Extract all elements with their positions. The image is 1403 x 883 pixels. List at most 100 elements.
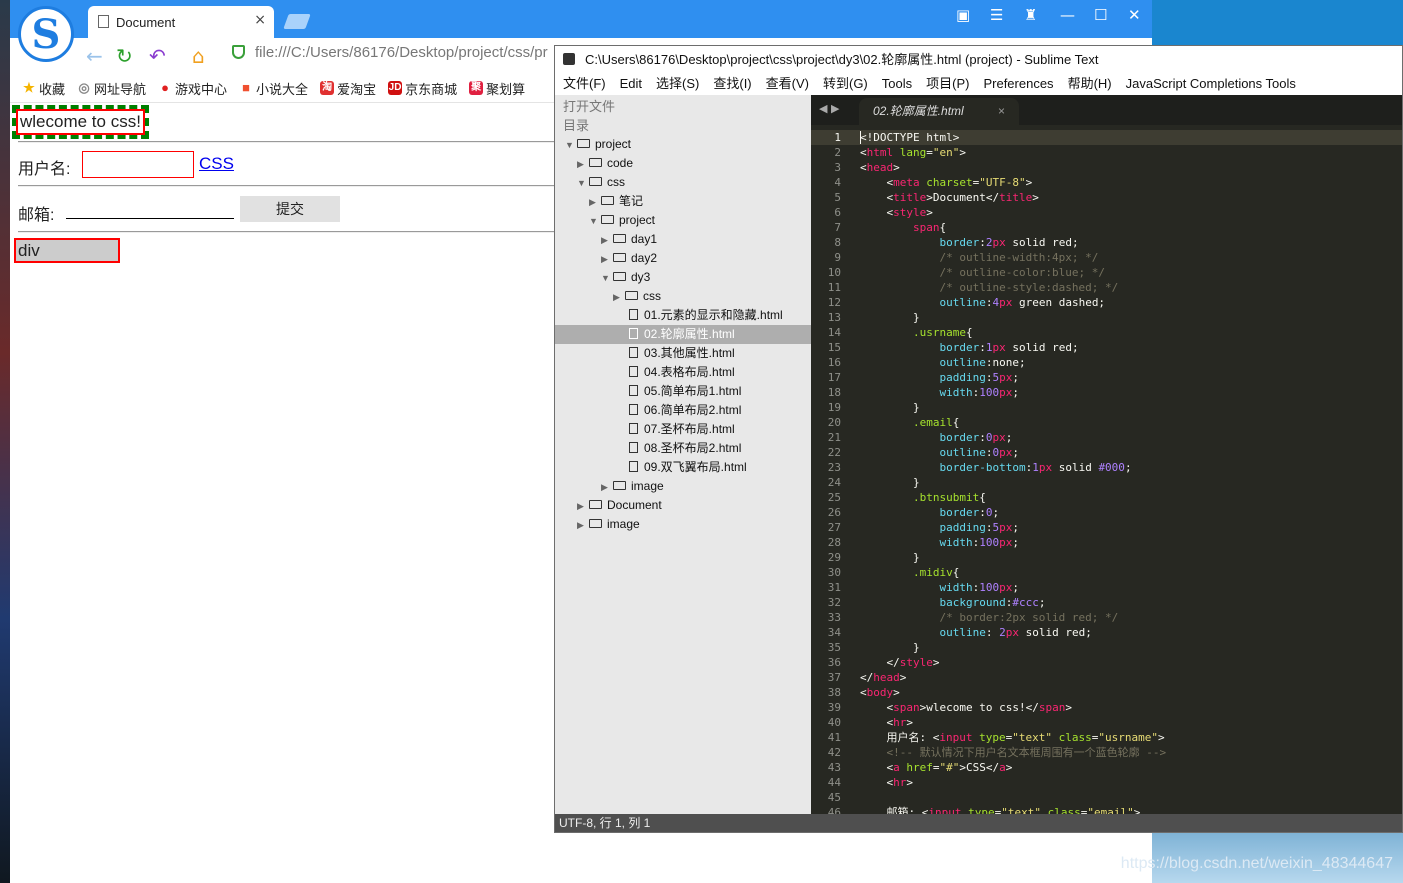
collapsed-arrow-icon[interactable]: ▶ (613, 288, 623, 307)
new-tab-button[interactable] (283, 14, 311, 29)
tree-folder[interactable]: ▶ day1 (555, 230, 811, 249)
code-line: width:100px; (860, 580, 1400, 595)
code-token: a (893, 761, 900, 774)
email-input[interactable] (66, 201, 234, 219)
bookmark-item[interactable]: JD 京东商城 (388, 76, 457, 100)
tree-folder[interactable]: ▼ project (555, 211, 811, 230)
folder-icon (613, 253, 626, 263)
undo-icon[interactable]: ↶ (149, 44, 166, 68)
menu-item[interactable]: Tools (882, 73, 912, 95)
collapsed-arrow-icon[interactable]: ▶ (589, 193, 599, 212)
bookmark-item[interactable]: 淘爱淘宝 (320, 76, 376, 100)
bookmark-item[interactable]: 聚聚划算 (469, 76, 525, 100)
expanded-arrow-icon[interactable]: ▼ (601, 269, 611, 288)
game-icon: ● (161, 80, 169, 95)
back-icon[interactable]: ← (86, 44, 103, 68)
code-token: /* border:2px solid red; */ (860, 611, 1119, 624)
tree-file[interactable]: 02.轮廓属性.html (555, 325, 811, 344)
menu-item[interactable]: JavaScript Completions Tools (1126, 73, 1296, 95)
collapsed-arrow-icon[interactable]: ▶ (577, 516, 587, 535)
code-token: meta (893, 176, 920, 189)
tree-file[interactable]: 07.圣杯布局.html (555, 420, 811, 439)
expanded-arrow-icon[interactable]: ▼ (589, 212, 599, 231)
line-number: 37 (827, 671, 841, 684)
tree-file[interactable]: 06.简单布局2.html (555, 401, 811, 420)
code-token: "email" (1087, 806, 1134, 814)
tree-file[interactable]: 04.表格布局.html (555, 363, 811, 382)
maximize-icon[interactable]: ☐ (1094, 6, 1107, 24)
collapsed-arrow-icon[interactable]: ▶ (601, 250, 611, 269)
menu-icon[interactable]: ☰ (990, 6, 1003, 24)
tree-file[interactable]: 05.简单布局1.html (555, 382, 811, 401)
menu-item[interactable]: 选择(S) (656, 73, 699, 95)
code-token: px (999, 521, 1013, 534)
close-icon[interactable]: ✕ (1128, 6, 1141, 24)
code-editor[interactable]: 1 <!DOCTYPE html> 2 <html lang="en"> 3 <head>… (811, 125, 1402, 814)
menu-item[interactable]: 项目(P) (926, 73, 969, 95)
tree-label: 04.表格布局.html (644, 365, 735, 379)
bookmark-item[interactable]: ★ 收藏 (22, 76, 65, 100)
tree-folder[interactable]: ▶ 笔记 (555, 192, 811, 211)
tree-file[interactable]: 08.圣杯布局2.html (555, 439, 811, 458)
refresh-icon[interactable]: ↻ (116, 44, 133, 68)
tree-folder[interactable]: ▶ code (555, 154, 811, 173)
editor-tab-label: 02.轮廓属性.html (873, 104, 964, 118)
css-link[interactable]: CSS (199, 154, 234, 174)
username-input[interactable] (82, 151, 194, 178)
collapsed-arrow-icon[interactable]: ▶ (577, 497, 587, 516)
address-bar[interactable]: file:///C:/Users/86176/Desktop/project/c… (255, 44, 548, 61)
skin-icon[interactable]: ♜ (1024, 6, 1037, 24)
code-token: >wlecome to css!</ (919, 701, 1039, 714)
home-icon[interactable]: ⌂ (192, 44, 205, 68)
editor-tab[interactable]: 02.轮廓属性.html × (859, 98, 1019, 125)
bookmark-item[interactable]: ● 游戏中心 (158, 76, 227, 100)
menu-item[interactable]: 查找(I) (713, 73, 751, 95)
menu-item[interactable]: 帮助(H) (1068, 73, 1112, 95)
code-line: <head> (860, 160, 1400, 175)
browser-tab-document[interactable]: Document × (88, 6, 274, 38)
tree-folder[interactable]: ▶ day2 (555, 249, 811, 268)
tree-folder[interactable]: ▼ css (555, 173, 811, 192)
expanded-arrow-icon[interactable]: ▼ (565, 136, 575, 155)
tree-file[interactable]: 01.元素的显示和隐藏.html (555, 306, 811, 325)
sidebar-toggle-icon[interactable]: ▣ (956, 6, 970, 24)
tree-folder[interactable]: ▼ dy3 (555, 268, 811, 287)
tree-folder[interactable]: ▶ image (555, 515, 811, 534)
menu-item[interactable]: Edit (620, 73, 642, 95)
line-number: 21 (827, 431, 841, 444)
code-token: 用户名: < (860, 731, 940, 744)
menu-item[interactable]: Preferences (983, 73, 1053, 95)
tree-folder[interactable]: ▶ Document (555, 496, 811, 515)
collapsed-arrow-icon[interactable]: ▶ (577, 155, 587, 174)
menu-item[interactable]: 转到(G) (823, 73, 868, 95)
submit-button[interactable]: 提交 (240, 196, 340, 222)
code-line: border:1px solid red; (860, 340, 1400, 355)
file-icon (629, 309, 638, 321)
code-token: "usrname" (1098, 731, 1158, 744)
line-number: 14 (827, 326, 841, 339)
collapsed-arrow-icon[interactable]: ▶ (601, 478, 611, 497)
minimize-icon[interactable]: — (1060, 6, 1075, 24)
bookmark-item[interactable]: ◎ 网址导航 (77, 76, 146, 100)
menu-item[interactable]: 文件(F) (563, 73, 606, 95)
tree-file[interactable]: 03.其他属性.html (555, 344, 811, 363)
tree-label: css (607, 175, 625, 189)
code-line: <meta charset="UTF-8"> (860, 175, 1400, 190)
tab-nav-arrows-icon[interactable]: ◀ ▶ (819, 102, 839, 115)
tree-folder[interactable]: ▶ css (555, 287, 811, 306)
code-token: ; (1038, 596, 1046, 609)
expanded-arrow-icon[interactable]: ▼ (577, 174, 587, 193)
tree-file[interactable]: 09.双飞翼布局.html (555, 458, 811, 477)
editor-tab-close-icon[interactable]: × (998, 98, 1005, 125)
collapsed-arrow-icon[interactable]: ▶ (601, 231, 611, 250)
tab-close-icon[interactable]: × (254, 12, 266, 28)
tree-folder[interactable]: ▶ image (555, 477, 811, 496)
bookmark-item[interactable]: ■ 小说大全 (239, 76, 308, 100)
tree-folder[interactable]: ▼ project (555, 135, 811, 154)
menu-item[interactable]: 查看(V) (766, 73, 809, 95)
